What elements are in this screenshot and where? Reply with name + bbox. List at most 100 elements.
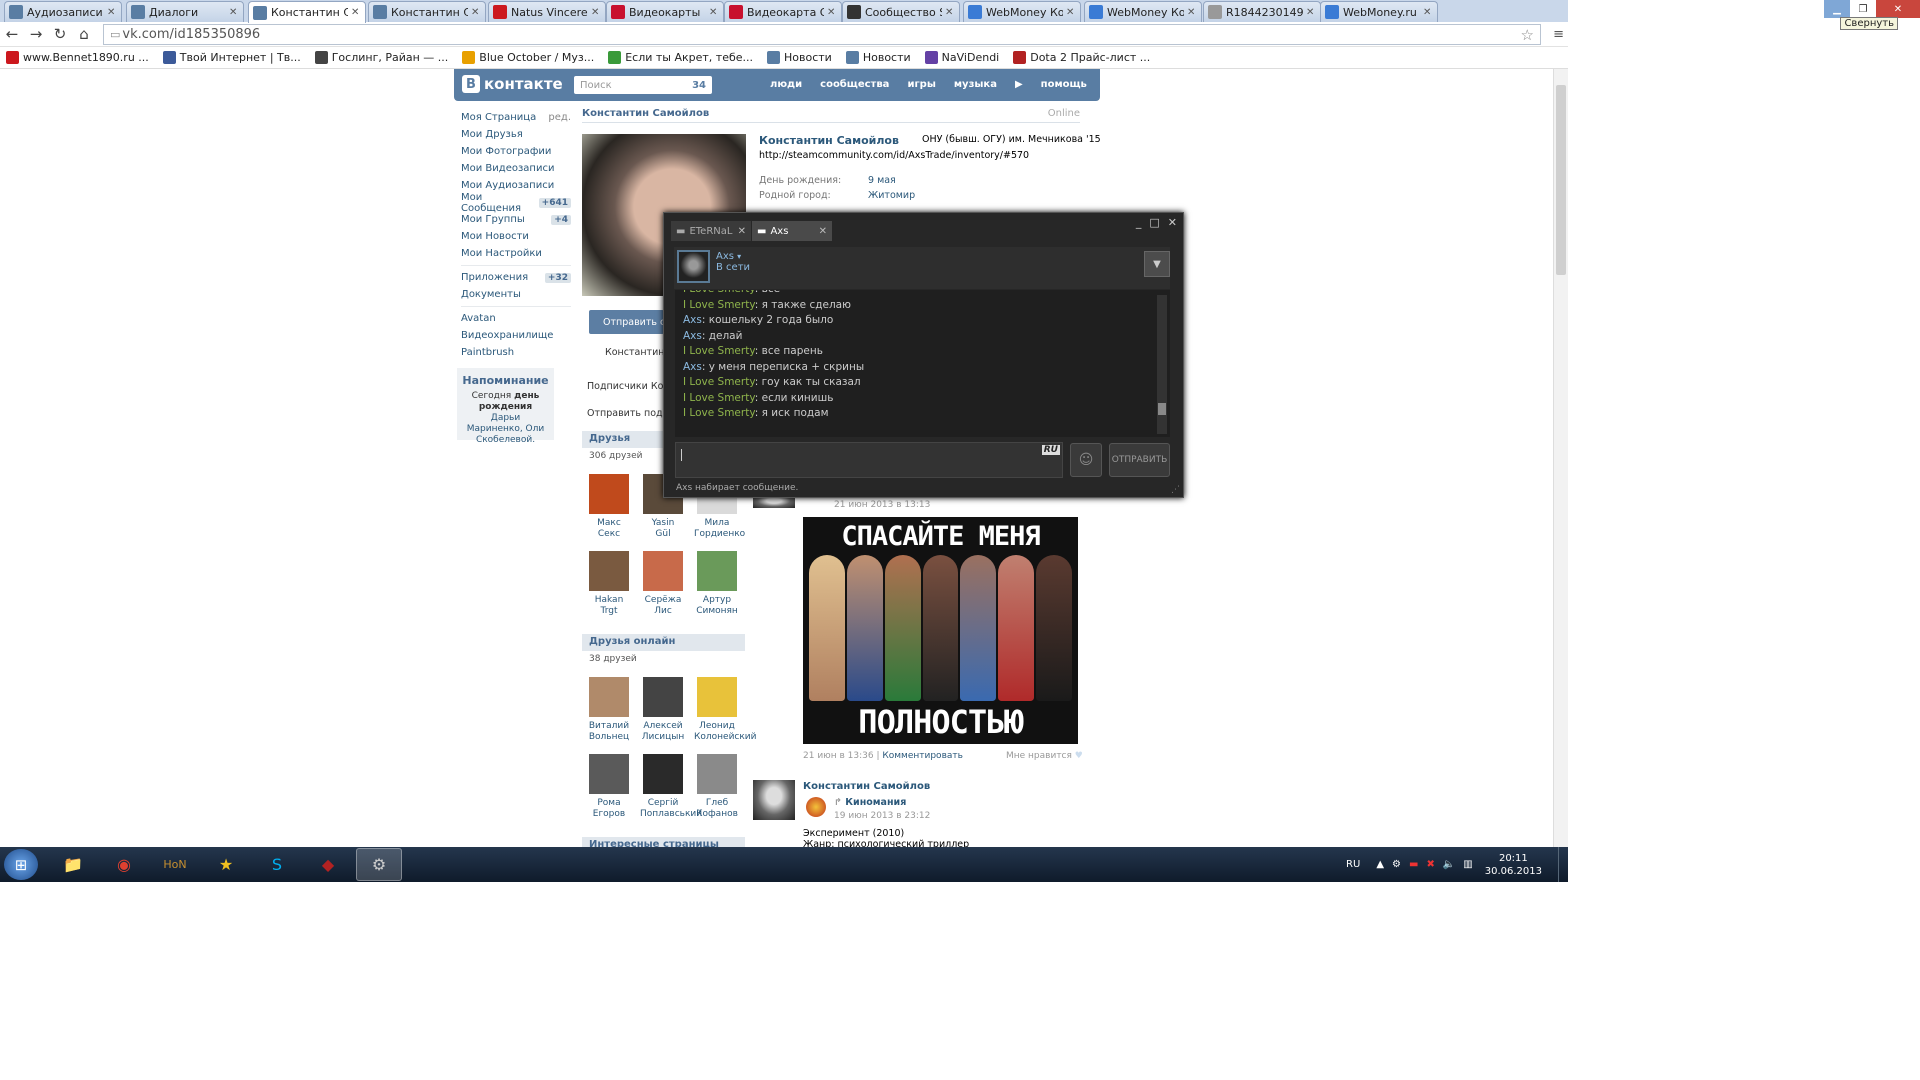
post-image[interactable]: СПАСАЙТЕ МЕНЯ ПОЛНОСТЬЮ: [803, 517, 1078, 744]
bookmark-item[interactable]: Новости: [767, 51, 832, 64]
resize-grip-icon[interactable]: ⋰: [1171, 485, 1180, 495]
nav-link[interactable]: ▶: [1015, 79, 1023, 90]
friend-item[interactable]: Рома Егоров: [586, 754, 632, 820]
scroll-thumb[interactable]: [1556, 85, 1566, 275]
post2-group[interactable]: ↱ Киномания: [834, 797, 906, 808]
post2-author[interactable]: Константин Самойлов: [803, 781, 930, 792]
browser-tab[interactable]: R184423014917✕: [1203, 1, 1321, 22]
left-menu-item[interactable]: Мои Группы +4: [461, 211, 571, 228]
tab-close-icon[interactable]: ✕: [591, 7, 601, 18]
restore-button[interactable]: ❐: [1850, 0, 1876, 18]
browser-tab[interactable]: Сообщество Ste✕: [842, 1, 960, 22]
left-menu-item[interactable]: Мои Сообщения +641: [461, 192, 571, 214]
nav-link[interactable]: люди: [770, 79, 802, 90]
skype-icon[interactable]: S: [254, 848, 300, 881]
friend-item[interactable]: Виталий Вольнец: [586, 677, 632, 743]
left-menu-item[interactable]: Мои Настройки: [461, 245, 571, 262]
tab-close-icon[interactable]: ✕: [738, 226, 746, 237]
tray-expand-icon[interactable]: ▲: [1376, 859, 1384, 870]
chat-tab[interactable]: ▬ ETeRNaL ✕: [671, 221, 751, 241]
bookmark-item[interactable]: Если ты Акрет, тебе...: [608, 51, 753, 64]
friend-item[interactable]: Hakan Trgt: [586, 551, 632, 617]
chrome-icon[interactable]: ◉: [101, 848, 147, 881]
nav-link[interactable]: сообщества: [820, 79, 889, 90]
chat-maximize-icon[interactable]: □: [1149, 216, 1159, 229]
vk-logo[interactable]: В контакте: [462, 75, 563, 93]
bookmark-item[interactable]: www.Bennet1890.ru ...: [6, 51, 149, 64]
friend-item[interactable]: Сергій Поплавський: [640, 754, 702, 820]
address-bar[interactable]: ▭ vk.com/id185350896 ☆: [103, 24, 1541, 45]
reload-icon[interactable]: ↻: [48, 25, 72, 43]
bookmark-item[interactable]: Гослинг, Райан — ...: [314, 51, 448, 64]
tab-close-icon[interactable]: ✕: [1306, 7, 1316, 18]
group-icon[interactable]: [806, 797, 826, 817]
tray-volume-icon[interactable]: 🔈: [1443, 859, 1455, 870]
browser-tab[interactable]: WebMoney Кош✕: [963, 1, 1081, 22]
nav-link[interactable]: игры: [907, 79, 935, 90]
profile-university[interactable]: ОНУ (бывш. ОГУ) им. Мечникова '15: [922, 134, 1101, 145]
search-input[interactable]: Поиск 34: [574, 76, 712, 94]
chat-options-dropdown[interactable]: ▼: [1144, 251, 1170, 277]
left-menu-item[interactable]: Avatan: [461, 310, 571, 327]
bookmark-star-icon[interactable]: ☆: [1521, 26, 1534, 44]
browser-tab[interactable]: Видеокарты ✕: [606, 1, 724, 22]
edit-link[interactable]: ред.: [548, 112, 571, 123]
left-menu-item[interactable]: Мои Видеозаписи: [461, 160, 571, 177]
bookmark-item[interactable]: NaViDendi: [924, 51, 999, 64]
tab-close-icon[interactable]: ✕: [229, 7, 239, 18]
left-menu-item[interactable]: Paintbrush: [461, 344, 571, 361]
nav-link[interactable]: выйти: [1105, 79, 1140, 90]
left-menu-item[interactable]: Видеохранилище: [461, 327, 571, 344]
profile-link[interactable]: http://steamcommunity.com/id/AxsTrade/in…: [759, 150, 1029, 161]
start-button[interactable]: ⊞: [4, 849, 38, 880]
friend-item[interactable]: Леонид Колонейский: [694, 677, 757, 743]
left-menu-item[interactable]: Мои Друзья: [461, 126, 571, 143]
send-message-button[interactable]: Отправить сообщение: [589, 310, 664, 334]
minimize-button[interactable]: ▁: [1824, 0, 1850, 18]
tray-network-alert-icon[interactable]: ✖: [1426, 859, 1434, 870]
interesting-pages-header[interactable]: Интересные страницы: [582, 837, 745, 847]
chat-scrollbar[interactable]: [1157, 295, 1167, 434]
browser-tab[interactable]: WebMoney Кош✕: [1084, 1, 1202, 22]
tab-close-icon[interactable]: ✕: [471, 7, 481, 18]
left-menu-item[interactable]: Моя Страница ред.: [461, 109, 571, 126]
chat-tab[interactable]: ▬ Axs ✕: [752, 221, 832, 241]
friend-item[interactable]: Артур Симонян: [694, 551, 740, 617]
friend-item[interactable]: Глеб Кофанов: [694, 754, 740, 820]
post2-avatar[interactable]: [753, 780, 795, 820]
emoticon-button[interactable]: ☺: [1070, 443, 1102, 477]
tray-lang[interactable]: RU: [1346, 859, 1360, 870]
like-button[interactable]: Мне нравится ♥: [1006, 751, 1083, 761]
friend-item[interactable]: Серёжа Лис: [640, 551, 686, 617]
post2-date[interactable]: 19 июн 2013 в 23:12: [834, 811, 930, 821]
chat-input[interactable]: RU: [675, 442, 1063, 478]
forward-icon[interactable]: →: [24, 25, 48, 43]
chat-close-icon[interactable]: ✕: [1168, 216, 1177, 229]
left-menu-item[interactable]: Мои Новости: [461, 228, 571, 245]
tab-close-icon[interactable]: ✕: [107, 7, 117, 18]
friend-item[interactable]: Алексей Лисицын: [640, 677, 686, 743]
bookmark-item[interactable]: Dota 2 Прайс-лист ...: [1013, 51, 1150, 64]
bookmark-item[interactable]: Новости: [845, 51, 911, 64]
browser-tab[interactable]: Видеокарта Giga✕: [724, 1, 842, 22]
comment-link[interactable]: Комментировать: [882, 751, 963, 761]
friend-item[interactable]: Макс Секс: [586, 474, 632, 540]
reminder-link[interactable]: Дарьи Мариненко, Оли Скобелевой.: [467, 413, 545, 445]
explorer-icon[interactable]: 📁: [50, 848, 96, 881]
tab-close-icon[interactable]: ✕: [819, 226, 827, 237]
friend-name[interactable]: Axs ▾: [716, 251, 741, 262]
friend-avatar[interactable]: [677, 250, 710, 283]
online-friends-header[interactable]: Друзья онлайн: [582, 634, 745, 651]
tab-close-icon[interactable]: ✕: [351, 7, 361, 18]
menu-icon[interactable]: ≡: [1553, 27, 1564, 42]
bookmark-item[interactable]: Blue October / Муз...: [462, 51, 594, 64]
hon-icon[interactable]: HoN: [152, 848, 198, 881]
browser-tab[interactable]: Natus Vincere (N✕: [488, 1, 606, 22]
browser-tab[interactable]: Аудиозаписи Iva✕: [4, 1, 122, 22]
chat-minimize-icon[interactable]: _: [1136, 216, 1142, 229]
tab-close-icon[interactable]: ✕: [945, 7, 955, 18]
tab-close-icon[interactable]: ✕: [1066, 7, 1076, 18]
tray-network-icon[interactable]: ▥: [1463, 859, 1472, 870]
back-icon[interactable]: ←: [0, 25, 24, 43]
browser-tab[interactable]: WebMoney.ru / В✕: [1320, 1, 1438, 22]
